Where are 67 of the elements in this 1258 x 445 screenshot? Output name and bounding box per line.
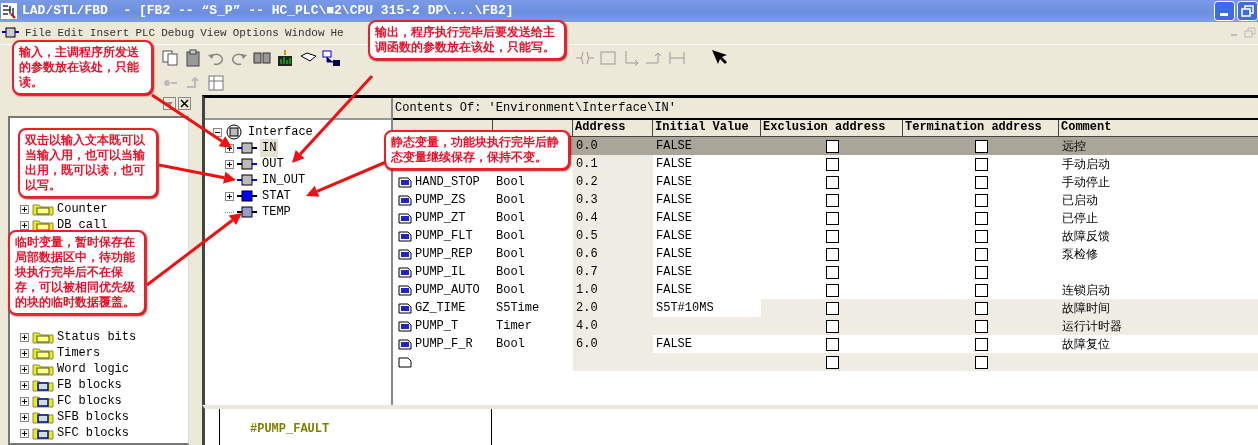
table-cell: Bool <box>496 193 525 207</box>
table-cell-text: PUMP_ZS <box>415 192 466 209</box>
table-cell-text: FALSE <box>655 246 693 263</box>
table-cell-text: FALSE <box>655 156 693 173</box>
table-cell: FALSE <box>653 137 761 155</box>
table-cell: Bool <box>496 229 525 243</box>
column-header: Initial Value <box>655 120 749 134</box>
table-cell-text: FALSE <box>655 228 693 245</box>
table-cell-text: 已停止 <box>1061 210 1099 227</box>
table-cell-text: GZ_TIME <box>415 300 466 317</box>
table-cell-text: FALSE <box>655 210 693 227</box>
table-cell: 远控 <box>1059 137 1258 155</box>
table-cell: Bool <box>496 337 525 351</box>
note-tooltip: 输入，主调程序所发送的参数放在该处，只能读。 <box>12 40 153 95</box>
column-header: Comment <box>1061 120 1112 134</box>
table-cell-text: FALSE <box>655 174 693 191</box>
table-cell-text: 故障复位 <box>1061 336 1111 353</box>
table-cell: 故障时间 <box>1059 299 1258 317</box>
table-cell: Bool <box>496 211 525 225</box>
table-cell: 0.4 <box>573 209 653 227</box>
table-cell: 0.0 <box>573 137 653 155</box>
path-label: Contents Of: 'Environment\Interface\IN' <box>395 100 676 117</box>
table-cell-text: PUMP_F_R <box>415 336 473 353</box>
table-cell: 0.5 <box>573 227 653 245</box>
note-tooltip: 临时变量，暂时保存在局部数据区中，待功能块执行完毕后不在保存，可以被相同优先级的块的临时数据覆盖。 <box>8 230 146 315</box>
table-cell-text: 泵检修 <box>1061 246 1099 263</box>
table-cell-text: PUMP_ZT <box>415 210 466 227</box>
table-cell: 0.2 <box>573 173 653 191</box>
table-cell: 1.0 <box>573 281 653 299</box>
table-cell: Bool <box>496 247 525 261</box>
table-cell-text: HAND_STOP <box>415 174 480 191</box>
table-cell: 6.0 <box>573 335 653 353</box>
table-cell-text: FALSE <box>655 192 693 209</box>
column-header: Exclusion address <box>763 120 886 134</box>
note-tooltip: 静态变量，功能块执行完毕后静态变量继续保存，保持不变。 <box>384 130 570 170</box>
table-cell-text: FALSE <box>655 282 693 299</box>
note-tooltip: 双击以输入文本既可以当输入用，也可以当输出用，既可以读，也可以写。 <box>18 128 158 198</box>
table-cell-text: 手动启动 <box>1061 156 1111 173</box>
window-title: LAD/STL/FBD - [FB2 -- “S_P” -- HC_PLC\■2\CPU 315-2 DP\...\FB2] <box>21 2 515 21</box>
table-cell: 0.1 <box>573 155 653 173</box>
table-cell: Bool <box>496 175 525 189</box>
table-cell-text: 已启动 <box>1061 192 1099 209</box>
table-cell-text: 连锁启动 <box>1061 282 1111 299</box>
table-cell-text: S5T#10MS <box>655 300 715 317</box>
table-cell: 0.3 <box>573 191 653 209</box>
table-cell-text: 故障反馈 <box>1061 228 1111 245</box>
table-cell: 运行计时器 <box>1059 317 1258 335</box>
table-cell-text: PUMP_FLT <box>415 228 473 245</box>
table-cell-text: FALSE <box>655 336 693 353</box>
table-cell: Bool <box>496 283 525 297</box>
table-cell: Timer <box>496 319 532 333</box>
column-header: Address <box>575 120 626 134</box>
table-cell: 2.0 <box>573 299 653 317</box>
note-tooltip: 输出，程序执行完毕后要发送给主调函数的参数放在该处，只能写。 <box>368 20 566 60</box>
table-cell: 0.6 <box>573 245 653 263</box>
table-cell-text: PUMP_T <box>415 318 459 335</box>
table-cell-text: 手动停止 <box>1061 174 1111 191</box>
table-cell-text: PUMP_REP <box>415 246 473 263</box>
table-cell: 4.0 <box>573 317 653 335</box>
table-cell-text: PUMP_IL <box>415 264 466 281</box>
table-cell: 0.7 <box>573 263 653 281</box>
table-cell-text: FALSE <box>655 264 693 281</box>
table-cell: S5Time <box>496 301 540 315</box>
column-header: Termination address <box>905 120 1042 134</box>
table-cell: Bool <box>496 265 525 279</box>
table-cell-text: PUMP_AUTO <box>415 282 480 299</box>
code-line: #PUMP_FAULT <box>250 422 331 436</box>
